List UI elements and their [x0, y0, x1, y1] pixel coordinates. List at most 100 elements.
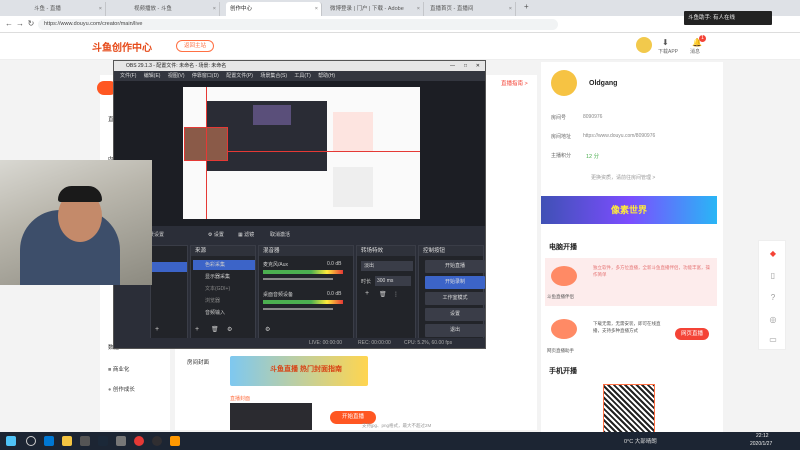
sidebar-item-business[interactable]: ■ 商业化 [108, 365, 129, 373]
sidebar-item-growth[interactable]: ● 创作成长 [108, 385, 135, 393]
pixel-world-banner[interactable]: 像素世界 [541, 196, 717, 224]
exit-button[interactable]: 退出 [425, 324, 485, 337]
source-item[interactable]: 文本(GDI+) [193, 284, 263, 294]
download-icon[interactable]: ⬇ [662, 38, 669, 47]
live-icon[interactable]: ◆ [768, 249, 778, 259]
browser-tab[interactable]: 视频播放 - 斗鱼 × [130, 2, 220, 16]
scene-item-selected[interactable] [151, 262, 187, 272]
minimize-icon[interactable]: — [450, 61, 455, 71]
source-settings-icon[interactable]: ⚙ [227, 326, 232, 333]
add-source-icon[interactable]: + [195, 326, 199, 333]
start-streaming-button[interactable]: 开始直播 [425, 260, 485, 273]
close-icon[interactable]: × [509, 2, 512, 16]
app-icon[interactable] [170, 436, 180, 446]
phone-icon[interactable]: ▯ [768, 271, 778, 281]
obs-window[interactable]: OBS 29.1.3 - 配置文件: 未命名 - 场景: 未命名 — □ ✕ 文… [113, 60, 486, 349]
weather[interactable]: 0°C 大部晴朗 [624, 437, 657, 445]
back-home-button[interactable]: 返回主站 [176, 40, 214, 52]
volume-meter [263, 300, 343, 304]
duration-input[interactable]: 300 ms [375, 276, 411, 286]
clock-time[interactable]: 22:12 [756, 433, 769, 439]
menu-tools[interactable]: 工具(T) [294, 73, 310, 79]
site-logo[interactable]: 斗鱼创作中心 [92, 39, 152, 54]
download-label[interactable]: 下载APP [658, 48, 678, 55]
filters-button[interactable]: ▦ 滤镜 [238, 231, 254, 238]
close-icon[interactable]: × [99, 2, 102, 16]
source-item[interactable]: 浏览器 [193, 296, 263, 306]
source-item[interactable]: 显示器采集 [193, 272, 263, 282]
maximize-icon[interactable]: □ [464, 61, 467, 71]
clock-date[interactable]: 2020/1/27 [750, 441, 772, 447]
douyu-fish-icon [551, 266, 577, 286]
reload-icon[interactable]: ↻ [26, 19, 36, 29]
browser-tab-active[interactable]: 创作中心 × [226, 2, 322, 16]
menu-help[interactable]: 帮助(H) [318, 73, 335, 79]
close-icon[interactable]: × [315, 2, 318, 16]
mixer-dock: 混音器 麦克风/Aux 0.0 dB 桌面音频设备 0.0 dB ⚙ [258, 245, 354, 339]
url-field[interactable]: https://www.douyu.com/creator/main/live [38, 19, 558, 30]
app-icon[interactable] [116, 436, 126, 446]
mixer-settings-icon[interactable]: ⚙ [265, 326, 270, 333]
tool1-name: 斗鱼直播伴侣 [547, 294, 574, 299]
file-explorer-icon[interactable] [62, 436, 72, 446]
controls-title: 控制按钮 [419, 246, 483, 256]
web-live-button[interactable]: 网页直播 [675, 328, 709, 340]
transition-menu-icon[interactable]: ⋮ [393, 291, 399, 298]
app-icon[interactable] [134, 436, 144, 446]
add-scene-icon[interactable]: + [155, 326, 159, 333]
browser-tab[interactable]: 直播首页 - 直播间 × [426, 2, 516, 16]
obs-preview[interactable] [114, 81, 485, 226]
steam-icon[interactable] [98, 436, 108, 446]
studio-mode-button[interactable]: 工作室模式 [425, 292, 485, 305]
cover-guide-banner[interactable]: 斗鱼直播 热门封面指南 [230, 356, 368, 386]
browser-tab[interactable]: 微博登录 | 门户 | 下载 - Adobe × [326, 2, 424, 16]
info-hint[interactable]: 更换资质，请前往房间管理 > [591, 174, 655, 181]
menu-view[interactable]: 视图(V) [168, 73, 185, 79]
new-tab-icon[interactable]: + [524, 2, 529, 11]
tab-title: 视频播放 - 斗鱼 [134, 6, 172, 12]
source-item[interactable]: 音频输入 [193, 308, 263, 318]
notification-toast[interactable]: 斗鱼助手: 有人在线 [684, 11, 772, 25]
volume-slider[interactable] [263, 308, 333, 310]
obs-icon[interactable] [152, 436, 162, 446]
properties-button[interactable]: ⚙ 设置 [208, 231, 224, 238]
messages-label[interactable]: 消息 [690, 48, 700, 55]
close-icon[interactable]: × [417, 2, 420, 16]
windows-start-icon[interactable] [6, 436, 16, 446]
delete-source-icon[interactable]: 🗑 [211, 326, 219, 333]
search-icon[interactable] [26, 436, 36, 446]
cover-thumbnail[interactable] [230, 403, 312, 430]
controls-dock: 控制按钮 开始直播 开始录制 工作室模式 设置 退出 [418, 245, 485, 339]
help-icon[interactable]: ? [768, 293, 778, 303]
menu-profile[interactable]: 配置文件(P) [226, 73, 253, 79]
menu-file[interactable]: 文件(F) [120, 73, 136, 79]
live-guide-link[interactable]: 直播指南 > [501, 79, 528, 87]
deactivate-button[interactable]: 取消激活 [270, 231, 290, 238]
headset-icon[interactable]: ◎ [768, 315, 778, 325]
start-recording-button[interactable]: 开始录制 [425, 276, 485, 289]
forward-icon[interactable]: → [15, 19, 25, 29]
source-item[interactable]: 色彩采集 [193, 260, 255, 270]
add-transition-icon[interactable]: + [365, 290, 369, 297]
source-label: 音频输入 [205, 310, 226, 316]
status-live: LIVE: 00:00:00 [309, 340, 343, 346]
transitions-dock: 转场特效 淡出 时长 300 ms + 🗑 ⋮ [356, 245, 416, 339]
browser-tab[interactable]: 斗鱼 - 直播 × [30, 2, 106, 16]
volume-slider[interactable] [263, 278, 333, 280]
message-badge: 1 [699, 35, 706, 42]
room-label: 房间号 [551, 115, 567, 121]
transition-select[interactable]: 淡出 [361, 261, 413, 271]
close-icon[interactable]: ✕ [476, 61, 480, 71]
settings-button[interactable]: 设置 [425, 308, 485, 321]
edge-icon[interactable] [44, 436, 54, 446]
close-icon[interactable]: × [213, 2, 216, 16]
avatar[interactable] [636, 37, 652, 53]
obs-title-bar[interactable]: OBS 29.1.3 - 配置文件: 未命名 - 场景: 未命名 — □ ✕ [114, 61, 485, 71]
delete-transition-icon[interactable]: 🗑 [379, 291, 387, 298]
menu-edit[interactable]: 编辑(E) [144, 73, 161, 79]
app-icon[interactable] [80, 436, 90, 446]
monitor-icon[interactable]: ▭ [768, 335, 778, 345]
menu-docks[interactable]: 停靠窗口(D) [192, 73, 219, 79]
back-icon[interactable]: ← [4, 19, 14, 29]
menu-scene-collection[interactable]: 场景集合(S) [260, 73, 287, 79]
